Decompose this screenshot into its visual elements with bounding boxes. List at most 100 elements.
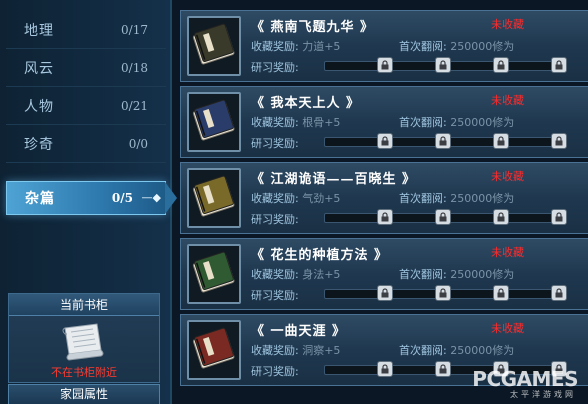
first-read-label: 首次翻阅: — [399, 40, 447, 53]
collect-reward-label: 收藏奖励: — [251, 192, 299, 205]
book-list: 《 燕南飞题九华 》 未收藏 收藏奖励: 力道+5 首次翻阅: 250000修为… — [180, 10, 588, 390]
category-miscellany[interactable]: 杂篇 0/5 —◆ — [6, 181, 177, 215]
first-read-label: 首次翻阅: — [399, 192, 447, 205]
first-read-reward: 首次翻阅: 250000修为 — [399, 114, 514, 130]
lock-icon[interactable] — [377, 209, 393, 225]
pcgames-watermark: PCGAMES 太平洋游戏网 — [466, 367, 578, 401]
first-read-reward: 首次翻阅: 250000修为 — [399, 342, 514, 358]
first-read-value: 250000修为 — [450, 40, 515, 53]
book-cover-icon[interactable] — [187, 320, 241, 380]
category-name: 人物 — [24, 98, 54, 115]
collect-reward: 收藏奖励: 根骨+5 — [251, 114, 340, 130]
lock-icon[interactable] — [435, 285, 451, 301]
research-reward-label: 研习奖励: — [251, 365, 299, 378]
collect-reward-label: 收藏奖励: — [251, 40, 299, 53]
collect-reward-label: 收藏奖励: — [251, 268, 299, 281]
category-name: 风云 — [24, 60, 54, 77]
scroll-icon — [59, 320, 107, 362]
lock-icon[interactable] — [493, 133, 509, 149]
book-card[interactable]: 《 燕南飞题九华 》 未收藏 收藏奖励: 力道+5 首次翻阅: 250000修为… — [180, 10, 588, 82]
collect-reward-value: 洞察+5 — [302, 344, 341, 357]
collect-status: 未收藏 — [491, 170, 524, 183]
collect-reward: 收藏奖励: 身法+5 — [251, 266, 340, 282]
lock-icon[interactable] — [435, 361, 451, 377]
book-cover-icon[interactable] — [187, 168, 241, 228]
collect-status: 未收藏 — [491, 246, 524, 259]
first-read-label: 首次翻阅: — [399, 268, 447, 281]
research-reward-label: 研习奖励: — [251, 137, 299, 150]
category-count: 0/18 — [121, 60, 148, 75]
collect-status: 未收藏 — [491, 322, 524, 335]
book-title: 《 花生的种植方法 》 — [251, 248, 389, 263]
category-name: 地理 — [24, 22, 54, 39]
book-cover-icon[interactable] — [187, 92, 241, 152]
category-list: 地理 0/17 风云 0/18 人物 0/21 珍奇 0/0 杂篇 0/5 —◆ — [6, 8, 177, 215]
research-reward-label: 研习奖励: — [251, 61, 299, 74]
collect-reward: 收藏奖励: 洞察+5 — [251, 342, 340, 358]
research-progress-bar — [324, 209, 567, 225]
lock-icon[interactable] — [493, 209, 509, 225]
lock-icon[interactable] — [377, 285, 393, 301]
lock-icon[interactable] — [377, 361, 393, 377]
lock-icon[interactable] — [435, 133, 451, 149]
lock-icon[interactable] — [551, 209, 567, 225]
collect-reward-value: 力道+5 — [302, 40, 341, 53]
lock-icon[interactable] — [493, 57, 509, 73]
category-name: 杂篇 — [25, 191, 55, 207]
research-reward-label: 研习奖励: — [251, 213, 299, 226]
watermark-subtext: 太平洋游戏网 — [510, 390, 576, 399]
research-reward-label: 研习奖励: — [251, 289, 299, 302]
first-read-value: 250000修为 — [450, 116, 515, 129]
shelf-title: 当前书柜 — [9, 294, 159, 316]
category-name: 珍奇 — [24, 136, 54, 153]
lock-icon[interactable] — [435, 209, 451, 225]
lock-icon[interactable] — [435, 57, 451, 73]
category-sidebar: 地理 0/17 风云 0/18 人物 0/21 珍奇 0/0 杂篇 0/5 —◆… — [0, 0, 177, 404]
current-shelf-panel: 当前书柜 不在书柜附近 — [8, 293, 160, 383]
book-card[interactable]: 《 我本天上人 》 未收藏 收藏奖励: 根骨+5 首次翻阅: 250000修为 … — [180, 86, 588, 158]
collect-reward: 收藏奖励: 气劲+5 — [251, 190, 340, 206]
book-title: 《 燕南飞题九华 》 — [251, 20, 375, 35]
first-read-label: 首次翻阅: — [399, 344, 447, 357]
first-read-label: 首次翻阅: — [399, 116, 447, 129]
book-title: 《 江湖诡语——百晓生 》 — [251, 172, 417, 187]
collect-status: 未收藏 — [491, 94, 524, 107]
book-title: 《 我本天上人 》 — [251, 96, 361, 111]
category-count: 0/0 — [128, 136, 148, 151]
first-read-reward: 首次翻阅: 250000修为 — [399, 190, 514, 206]
book-cover-icon[interactable] — [187, 16, 241, 76]
category-count: 0/21 — [121, 98, 148, 113]
shelf-status: 不在书柜附近 — [51, 366, 117, 379]
collect-reward-value: 身法+5 — [302, 268, 341, 281]
collect-reward: 收藏奖励: 力道+5 — [251, 38, 340, 54]
watermark-text: PCGAMES — [472, 367, 578, 391]
collect-reward-label: 收藏奖励: — [251, 344, 299, 357]
lock-icon[interactable] — [551, 133, 567, 149]
first-read-reward: 首次翻阅: 250000修为 — [399, 266, 514, 282]
lock-icon[interactable] — [377, 133, 393, 149]
collect-reward-value: 气劲+5 — [302, 192, 341, 205]
book-card[interactable]: 《 江湖诡语——百晓生 》 未收藏 收藏奖励: 气劲+5 首次翻阅: 25000… — [180, 162, 588, 234]
first-read-reward: 首次翻阅: 250000修为 — [399, 38, 514, 54]
first-read-value: 250000修为 — [450, 268, 515, 281]
category-people[interactable]: 人物 0/21 — [6, 87, 166, 125]
category-events[interactable]: 风云 0/18 — [6, 49, 166, 87]
category-geography[interactable]: 地理 0/17 — [6, 11, 166, 49]
active-arrow-icon: —◆ — [141, 191, 161, 204]
collect-reward-label: 收藏奖励: — [251, 116, 299, 129]
category-treasures[interactable]: 珍奇 0/0 — [6, 125, 166, 163]
lock-icon[interactable] — [551, 57, 567, 73]
first-read-value: 250000修为 — [450, 192, 515, 205]
collect-reward-value: 根骨+5 — [302, 116, 341, 129]
first-read-value: 250000修为 — [450, 344, 515, 357]
research-progress-bar — [324, 133, 567, 149]
book-card[interactable]: 《 花生的种植方法 》 未收藏 收藏奖励: 身法+5 首次翻阅: 250000修… — [180, 238, 588, 310]
book-title: 《 一曲天涯 》 — [251, 324, 347, 339]
book-cover-icon[interactable] — [187, 244, 241, 304]
home-attributes-tab[interactable]: 家园属性 — [8, 384, 160, 404]
lock-icon[interactable] — [377, 57, 393, 73]
lock-icon[interactable] — [493, 285, 509, 301]
category-count: 0/5 — [111, 191, 133, 205]
lock-icon[interactable] — [551, 285, 567, 301]
research-progress-bar — [324, 57, 567, 73]
